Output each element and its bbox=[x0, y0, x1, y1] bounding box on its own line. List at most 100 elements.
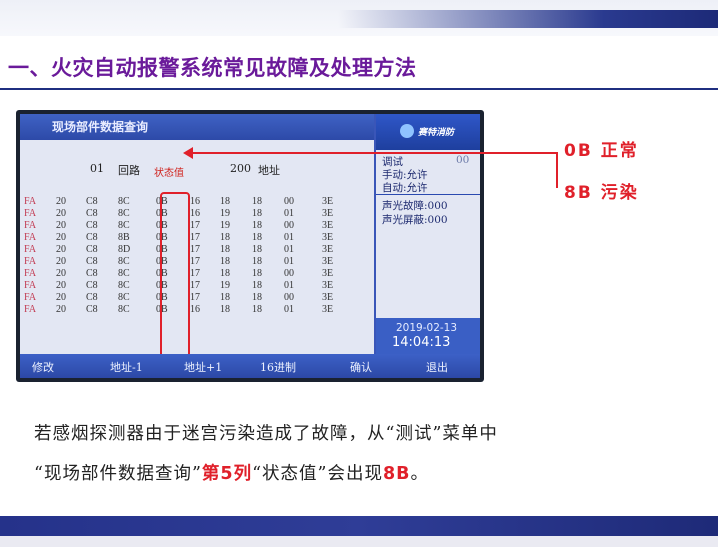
table-cell: 18 bbox=[220, 244, 230, 255]
table-cell: C8 bbox=[86, 244, 98, 255]
body-status-text: “状态值”会出现 bbox=[252, 464, 383, 484]
side-divider bbox=[376, 194, 480, 195]
table-cell: 18 bbox=[220, 268, 230, 279]
table-cell: C8 bbox=[86, 220, 98, 231]
annotation-polluted: 8B 污染 bbox=[564, 183, 639, 203]
table-cell: 18 bbox=[220, 196, 230, 207]
table-row: FA 20 C8 8C 0B 16 19 18 01 3E bbox=[20, 208, 374, 220]
table-cell: 01 bbox=[284, 208, 294, 219]
annotation-arrow-line bbox=[186, 152, 558, 154]
table-cell: 8C bbox=[118, 220, 130, 231]
table-cell: 20 bbox=[56, 232, 66, 243]
softkey-address-minus[interactable]: 地址-1 bbox=[110, 359, 143, 375]
softkey-hex[interactable]: 16进制 bbox=[260, 359, 296, 375]
table-cell: 17 bbox=[190, 232, 200, 243]
table-row: FA 20 C8 8C 0B 17 18 18 00 3E bbox=[20, 268, 374, 280]
table-cell: 18 bbox=[252, 208, 262, 219]
table-cell: C8 bbox=[86, 268, 98, 279]
address-label: 地址 bbox=[258, 164, 280, 177]
table-row: FA 20 C8 8C 0B 16 18 18 01 3E bbox=[20, 304, 374, 316]
table-cell: 3E bbox=[322, 208, 334, 219]
table-cell: FA bbox=[24, 208, 37, 219]
table-cell: 18 bbox=[252, 196, 262, 207]
table-cell: 8C bbox=[118, 292, 130, 303]
table-cell: 18 bbox=[220, 292, 230, 303]
table-cell: 8C bbox=[118, 196, 130, 207]
table-cell: 3E bbox=[322, 280, 334, 291]
table-cell: C8 bbox=[86, 208, 98, 219]
body-menu-name: “现场部件数据查询” bbox=[34, 464, 202, 484]
table-cell: 3E bbox=[322, 232, 334, 243]
table-cell: 18 bbox=[220, 232, 230, 243]
address-number: 200 bbox=[230, 162, 251, 175]
body-value-highlight: 8B bbox=[383, 464, 411, 484]
table-row: FA 20 C8 8C 0B 17 19 18 00 3E bbox=[20, 220, 374, 232]
panel-title: 现场部件数据查询 bbox=[52, 120, 149, 134]
table-cell: FA bbox=[24, 268, 37, 279]
table-cell: 20 bbox=[56, 208, 66, 219]
softkey-address-plus[interactable]: 地址+1 bbox=[184, 359, 222, 375]
body-line-2: “现场部件数据查询”第5列“状态值”会出现8B。 bbox=[34, 460, 429, 485]
table-cell: 17 bbox=[190, 244, 200, 255]
table-cell: C8 bbox=[86, 304, 98, 315]
table-cell: FA bbox=[24, 280, 37, 291]
annotation-normal: 0B 正常 bbox=[564, 141, 639, 161]
logo-icon bbox=[400, 124, 414, 138]
table-row: FA 20 C8 8C 0B 17 18 18 01 3E bbox=[20, 256, 374, 268]
table-cell: 18 bbox=[252, 280, 262, 291]
table-cell: C8 bbox=[86, 232, 98, 243]
footer-band bbox=[0, 516, 718, 536]
softkey-modify[interactable]: 修改 bbox=[32, 359, 54, 375]
sound-shield: 声光屏蔽:000 bbox=[382, 214, 448, 226]
table-cell: 17 bbox=[190, 256, 200, 267]
table-cell: 01 bbox=[284, 256, 294, 267]
body-line-1: 若感烟探测器由于迷宫污染造成了故障，从“测试”菜单中 bbox=[34, 424, 498, 444]
table-cell: 3E bbox=[322, 244, 334, 255]
brand-logo: 赛特消防 bbox=[376, 114, 480, 150]
loop-label: 回路 bbox=[118, 164, 140, 177]
header-band bbox=[0, 0, 718, 36]
status-label: 状态值 bbox=[154, 168, 184, 179]
auto-status: 自动:允许 bbox=[382, 182, 428, 194]
table-cell: 3E bbox=[322, 268, 334, 279]
table-cell: 18 bbox=[252, 304, 262, 315]
table-cell: 01 bbox=[284, 244, 294, 255]
table-cell: 17 bbox=[190, 268, 200, 279]
device-photo: 现场部件数据查询 01 回路 状态值 200 地址 FA 20 C8 8C 0B 16 18… bbox=[16, 110, 484, 382]
softkey-exit[interactable]: 退出 bbox=[426, 359, 448, 375]
table-cell: 18 bbox=[220, 256, 230, 267]
table-cell: FA bbox=[24, 196, 37, 207]
table-cell: 18 bbox=[252, 268, 262, 279]
table-cell: 18 bbox=[252, 244, 262, 255]
table-cell: 00 bbox=[284, 292, 294, 303]
slide: 一、火灾自动报警系统常见故障及处理方法 现场部件数据查询 01 回路 状态值 2… bbox=[0, 0, 718, 547]
table-cell: 19 bbox=[220, 280, 230, 291]
table-cell: 16 bbox=[190, 208, 200, 219]
table-cell: 8C bbox=[118, 208, 130, 219]
table-cell: 17 bbox=[190, 292, 200, 303]
table-cell: 18 bbox=[252, 292, 262, 303]
table-cell: 8B bbox=[118, 232, 130, 243]
table-cell: C8 bbox=[86, 280, 98, 291]
table-cell: FA bbox=[24, 232, 37, 243]
table-cell: 8C bbox=[118, 304, 130, 315]
softkey-bar: 修改 地址-1 地址+1 16进制 确认 退出 bbox=[20, 354, 480, 378]
table-row: FA 20 C8 8D 0B 17 18 18 01 3E bbox=[20, 244, 374, 256]
table-cell: 01 bbox=[284, 280, 294, 291]
header-accent bbox=[338, 10, 718, 28]
body-period: 。 bbox=[410, 464, 430, 484]
table-cell: FA bbox=[24, 256, 37, 267]
table-cell: 00 bbox=[284, 220, 294, 231]
clock-date: 2019-02-13 bbox=[396, 322, 458, 334]
table-cell: 3E bbox=[322, 220, 334, 231]
table-cell: 20 bbox=[56, 304, 66, 315]
table-cell: 18 bbox=[252, 220, 262, 231]
table-row: FA 20 C8 8C 0B 16 18 18 00 3E bbox=[20, 196, 374, 208]
mode-code: 00 bbox=[456, 154, 470, 166]
table-cell: 3E bbox=[322, 304, 334, 315]
softkey-confirm[interactable]: 确认 bbox=[350, 359, 372, 375]
table-cell: 01 bbox=[284, 232, 294, 243]
table-cell: 3E bbox=[322, 292, 334, 303]
table-cell: 17 bbox=[190, 280, 200, 291]
table-cell: 3E bbox=[322, 256, 334, 267]
